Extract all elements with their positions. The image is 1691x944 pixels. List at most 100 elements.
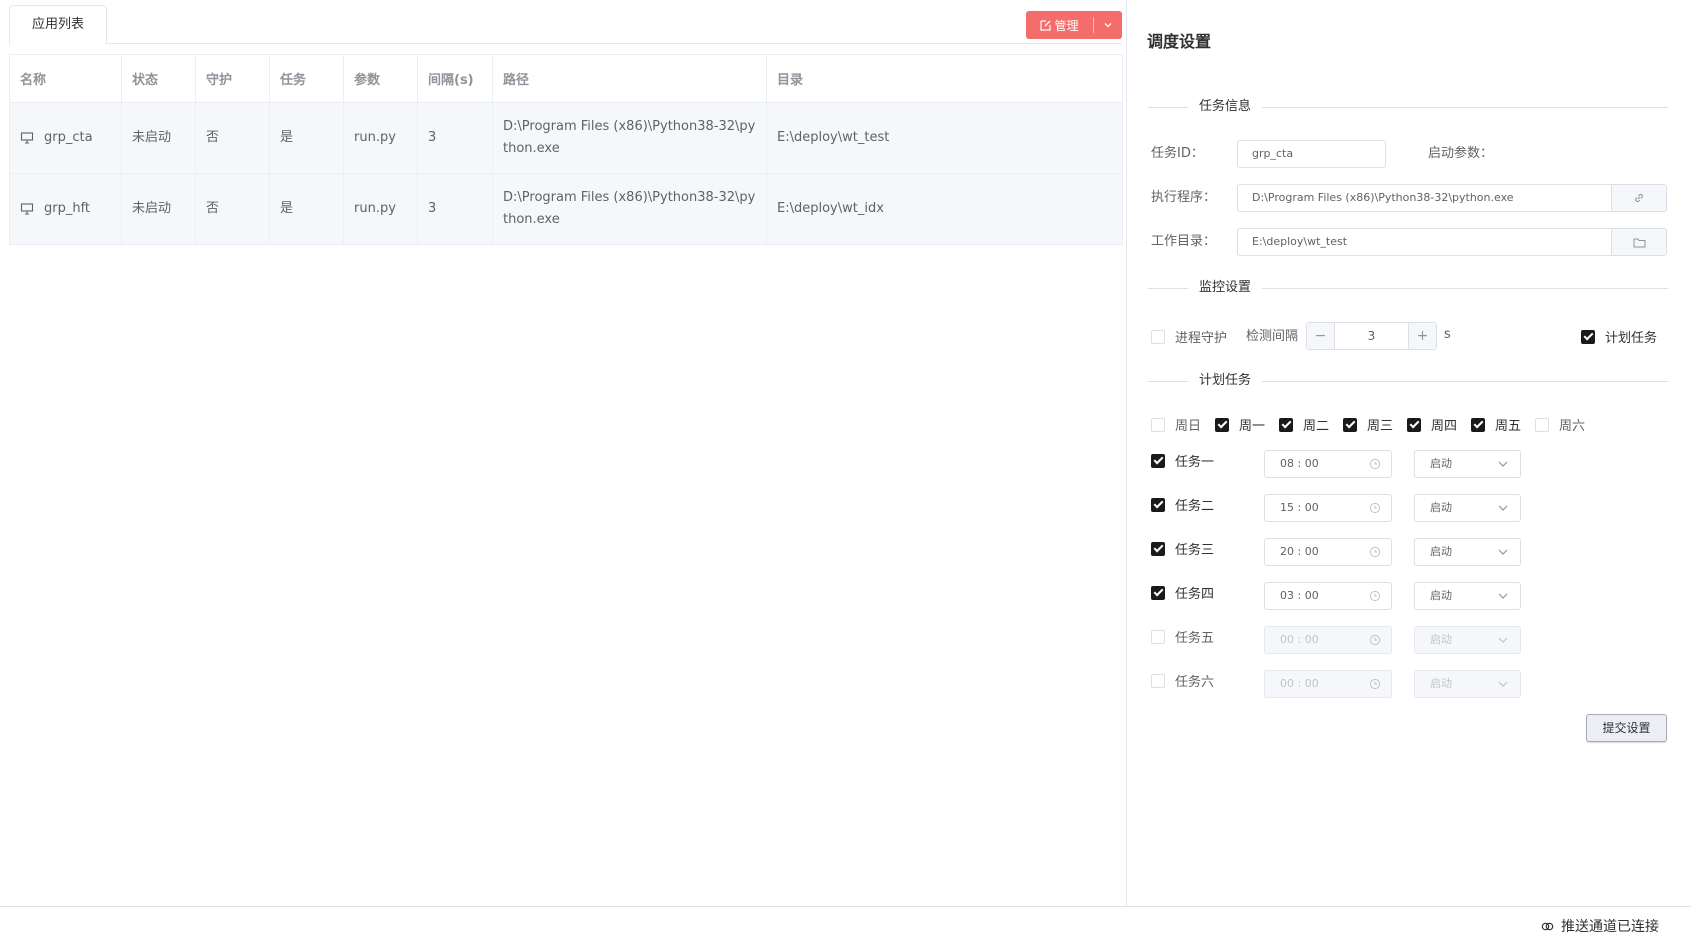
exe-browse-button[interactable] [1611, 185, 1666, 211]
task-label: 任务三 [1175, 543, 1215, 558]
day-checkbox-sun[interactable]: 周日 [1151, 415, 1201, 434]
day-checkbox-fri[interactable]: 周五 [1471, 415, 1521, 434]
cell-task: 是 [269, 173, 344, 245]
tab-bar: 应用列表 管理 [9, 0, 1122, 45]
cell-dir: E:\deploy\wt_test [766, 102, 1123, 174]
app-list-panel: 应用列表 管理 名称 状态 守护 任务 参数 间隔(s) 路径 目录 grp_c… [0, 0, 1127, 906]
day-checkbox-thu[interactable]: 周四 [1407, 415, 1457, 434]
column-header-params[interactable]: 参数 [343, 54, 418, 103]
cell-interval: 3 [417, 102, 493, 174]
day-checkbox-sat[interactable]: 周六 [1535, 415, 1585, 434]
chevron-down-icon [1498, 549, 1508, 555]
task-time-picker-6[interactable]: 00 : 00 [1264, 670, 1392, 698]
cell-params: run.py [343, 173, 418, 245]
day-label: 周四 [1431, 419, 1458, 434]
link-icon [1541, 922, 1554, 930]
workdir-label: 工作目录： [1151, 234, 1217, 249]
folder-icon [1633, 238, 1645, 247]
task-action-value: 启动 [1430, 677, 1452, 690]
day-checkbox-mon[interactable]: 周一 [1215, 415, 1265, 434]
task-time-picker-4[interactable]: 03 : 00 [1264, 582, 1392, 610]
column-header-path[interactable]: 路径 [492, 54, 767, 103]
schedule-checkbox-label: 计划任务 [1605, 331, 1658, 346]
task-time-picker-2[interactable]: 15 : 00 [1264, 494, 1392, 522]
path-text: D:\Program Files (x86)\Python38-32\pytho… [503, 119, 756, 156]
section-divider-monitor: 监控设置 [1148, 278, 1668, 298]
task-action-select-6[interactable]: 启动 [1414, 670, 1521, 698]
table-row[interactable]: grp_hft 未启动 否 是 run.py 3 D:\Program File… [9, 173, 1123, 245]
task-time-picker-1[interactable]: 08 : 00 [1264, 450, 1392, 478]
day-label: 周二 [1303, 419, 1330, 434]
guard-checkbox-box [1151, 329, 1165, 344]
tab-app-list[interactable]: 应用列表 [9, 5, 107, 45]
connection-status-text: 推送通道已连接 [1561, 919, 1659, 935]
connection-status: 推送通道已连接 [1540, 916, 1659, 936]
task-id-input[interactable]: grp_cta [1237, 140, 1386, 168]
task-id-label: 任务ID： [1151, 146, 1204, 161]
task-time-picker-5[interactable]: 00 : 00 [1264, 626, 1392, 654]
task-action-select-2[interactable]: 启动 [1414, 494, 1521, 522]
day-checkbox-box [1215, 417, 1229, 432]
chevron-down-icon [1498, 593, 1508, 599]
task-checkbox-box [1151, 541, 1165, 556]
interval-value[interactable]: 3 [1335, 323, 1408, 349]
app-name: grp_hft [44, 201, 91, 216]
manage-dropdown-button[interactable] [1094, 11, 1122, 39]
column-header-name[interactable]: 名称 [9, 54, 122, 103]
section-title-task-info: 任务信息 [1188, 97, 1263, 117]
cell-status: 未启动 [121, 102, 196, 174]
column-header-interval[interactable]: 间隔(s) [417, 54, 493, 103]
task-action-value: 启动 [1430, 589, 1452, 602]
clock-icon [1369, 590, 1381, 602]
workdir-browse-button[interactable] [1611, 229, 1666, 255]
chevron-down-icon [1498, 681, 1508, 687]
task-checkbox-box [1151, 585, 1165, 600]
schedule-checkbox[interactable]: 计划任务 [1581, 327, 1657, 346]
task-action-value: 启动 [1430, 457, 1452, 470]
section-title-schedule: 计划任务 [1188, 371, 1263, 391]
task-action-select-1[interactable]: 启动 [1414, 450, 1521, 478]
interval-label: 检测间隔 [1246, 329, 1299, 344]
task-action-select-5[interactable]: 启动 [1414, 626, 1521, 654]
table-row[interactable]: grp_cta 未启动 否 是 run.py 3 D:\Program File… [9, 102, 1123, 174]
increment-button[interactable]: + [1408, 323, 1436, 349]
task-checkbox-5[interactable]: 任务五 [1151, 627, 1214, 646]
task-time-picker-3[interactable]: 20 : 00 [1264, 538, 1392, 566]
column-header-status[interactable]: 状态 [121, 54, 196, 103]
clock-icon [1369, 502, 1381, 514]
schedule-checkbox-box [1581, 329, 1595, 344]
task-action-select-4[interactable]: 启动 [1414, 582, 1521, 610]
clock-icon [1369, 634, 1381, 646]
column-header-dir[interactable]: 目录 [766, 54, 1123, 103]
task-id-value: grp_cta [1252, 147, 1294, 160]
column-header-guard[interactable]: 守护 [195, 54, 270, 103]
task-checkbox-4[interactable]: 任务四 [1151, 583, 1214, 602]
guard-checkbox[interactable]: 进程守护 [1151, 327, 1227, 346]
day-label: 周日 [1175, 419, 1202, 434]
exe-path-input[interactable]: D:\Program Files (x86)\Python38-32\pytho… [1237, 184, 1667, 212]
task-checkbox-6[interactable]: 任务六 [1151, 671, 1214, 690]
cell-path: D:\Program Files (x86)\Python38-32\pytho… [492, 173, 767, 245]
workdir-value: E:\deploy\wt_test [1252, 235, 1348, 248]
task-checkbox-1[interactable]: 任务一 [1151, 451, 1214, 470]
task-time-value: 15 : 00 [1280, 501, 1319, 514]
status-bar: 推送通道已连接 [0, 906, 1691, 944]
manage-button[interactable]: 管理 [1026, 11, 1093, 39]
decrement-button[interactable]: − [1307, 323, 1335, 349]
day-checkbox-box [1535, 417, 1549, 432]
cell-path: D:\Program Files (x86)\Python38-32\pytho… [492, 102, 767, 174]
app-name: grp_cta [44, 130, 93, 145]
submit-settings-button[interactable]: 提交设置 [1586, 714, 1667, 742]
day-label: 周五 [1495, 419, 1522, 434]
column-header-task[interactable]: 任务 [269, 54, 344, 103]
task-checkbox-3[interactable]: 任务三 [1151, 539, 1214, 558]
monitor-icon [20, 203, 34, 215]
task-checkbox-2[interactable]: 任务二 [1151, 495, 1214, 514]
workdir-input[interactable]: E:\deploy\wt_test [1237, 228, 1667, 256]
monitor-icon [20, 132, 34, 144]
day-checkbox-tue[interactable]: 周二 [1279, 415, 1329, 434]
task-time-value: 00 : 00 [1280, 677, 1319, 690]
day-checkbox-wed[interactable]: 周三 [1343, 415, 1393, 434]
manage-split-button: 管理 [1026, 11, 1122, 39]
task-action-select-3[interactable]: 启动 [1414, 538, 1521, 566]
